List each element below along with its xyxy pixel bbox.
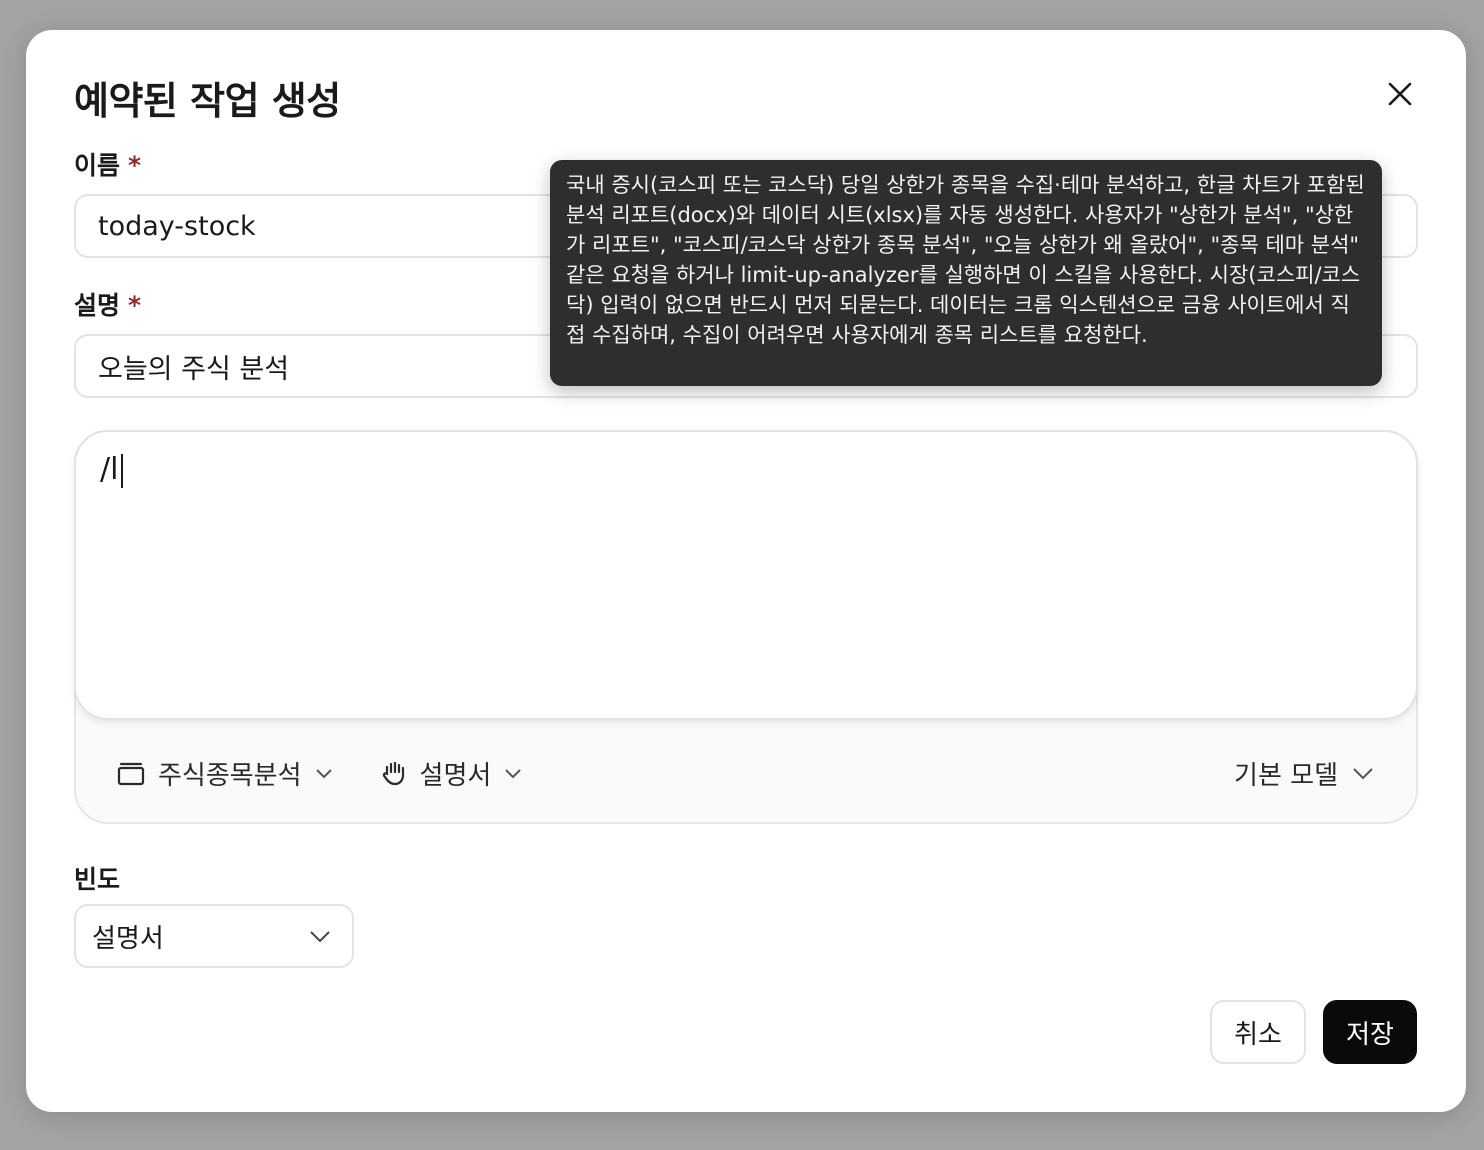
description-label: 설명 *: [74, 291, 142, 320]
prompt-toolbar: 주식종목분석 설명서 기본 모델: [76, 728, 1416, 818]
chevron-down-icon: [315, 769, 332, 779]
skill-description-tooltip: 국내 증시(코스피 또는 코스닥) 당일 상한가 종목을 수집·테마 분석하고,…: [550, 160, 1382, 386]
chevron-down-icon: [310, 931, 330, 943]
frequency-label: 빈도: [74, 865, 121, 894]
frequency-select[interactable]: 설명서: [74, 904, 354, 968]
skill-selector[interactable]: 설명서: [380, 755, 524, 792]
name-label: 이름 *: [74, 151, 142, 180]
chevron-down-icon: [1353, 768, 1373, 780]
close-button[interactable]: [1382, 76, 1418, 112]
close-icon: [1388, 82, 1412, 106]
dialog-title: 예약된 작업 생성: [74, 79, 341, 123]
required-mark: *: [128, 151, 142, 180]
save-button[interactable]: 저장: [1323, 1000, 1417, 1064]
required-mark: *: [128, 291, 142, 320]
model-selector[interactable]: 기본 모델: [1234, 755, 1376, 792]
text-caret: [121, 453, 124, 488]
project-selector[interactable]: 주식종목분석: [116, 755, 334, 792]
hand-icon: [382, 761, 404, 786]
chevron-down-icon: [505, 769, 522, 779]
prompt-container: /l 주식종목분석 설명서 기본 모델: [74, 430, 1418, 824]
cancel-button[interactable]: 취소: [1210, 1000, 1306, 1064]
folder-icon: [117, 762, 145, 786]
prompt-editor[interactable]: /l: [74, 430, 1418, 720]
